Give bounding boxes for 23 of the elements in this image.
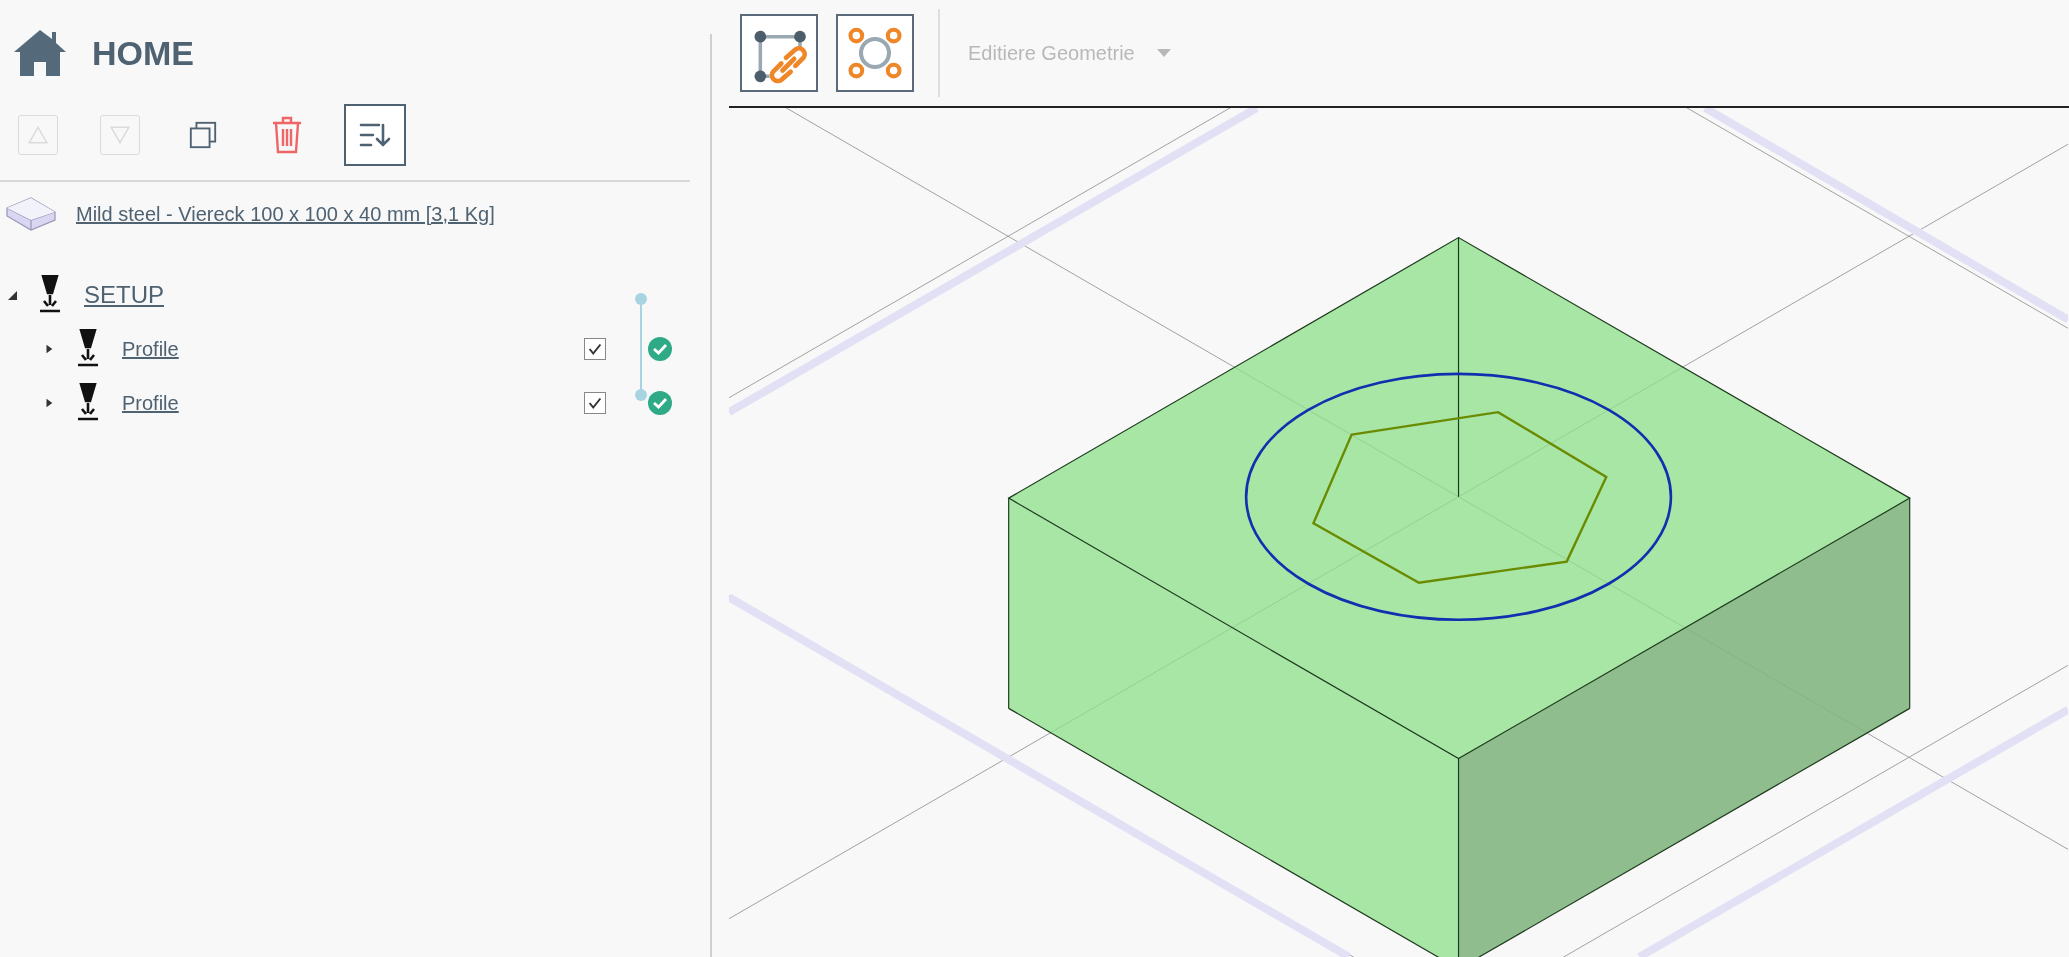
caret-icon — [1156, 49, 1171, 57]
circle-points-button[interactable] — [836, 14, 914, 92]
checkbox[interactable] — [584, 392, 606, 414]
laser-tool-icon — [76, 329, 100, 369]
trash-icon — [271, 116, 303, 154]
profile-link[interactable]: Profile — [122, 337, 179, 361]
steel-block-icon — [4, 196, 58, 232]
home-title: HOME — [92, 33, 194, 73]
expander-icon[interactable] — [44, 343, 54, 355]
triangle-up-icon — [27, 124, 49, 146]
material-link[interactable]: Mild steel - Viereck 100 x 100 x 40 mm [3,1 Kg] — [76, 202, 495, 226]
laser-tool-icon — [76, 383, 100, 423]
home-icon — [12, 28, 68, 78]
checkbox[interactable] — [584, 338, 606, 360]
copy-icon — [187, 120, 219, 150]
laser-tool-icon — [38, 275, 62, 315]
expander-icon[interactable] — [44, 397, 54, 409]
link-geometry-button[interactable] — [740, 14, 818, 92]
setup-link[interactable]: SETUP — [84, 281, 164, 309]
profile-link[interactable]: Profile — [122, 391, 179, 415]
triangle-down-icon — [109, 124, 131, 146]
expander-icon[interactable] — [6, 289, 18, 301]
sort-button[interactable] — [344, 104, 406, 166]
